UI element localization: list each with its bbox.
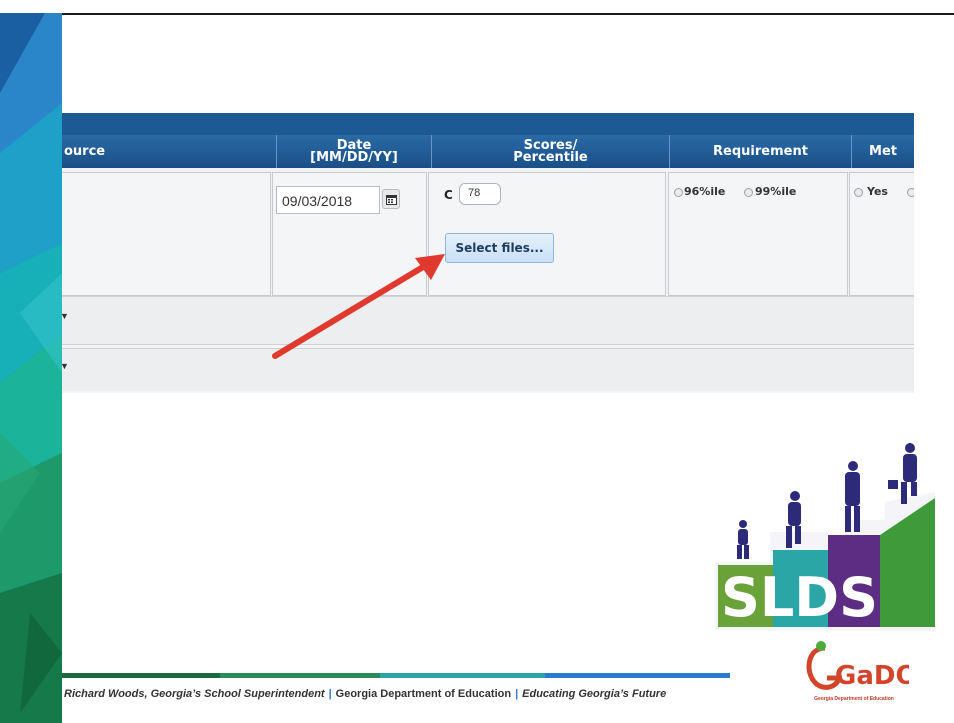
date-input[interactable]: 09/03/2018 [276, 186, 380, 214]
footer-rule-blue [545, 673, 730, 678]
calendar-icon [385, 194, 397, 205]
slds-logo: SLDS [715, 440, 940, 630]
met-no-radio[interactable] [907, 188, 914, 197]
header-bar [62, 113, 914, 135]
annotation-arrow [272, 254, 445, 359]
footer-superintendent: Richard Woods, Georgia’s School Superint… [64, 688, 325, 700]
met-yes-label: Yes [867, 185, 888, 198]
chevron-down-icon[interactable]: ▼ [62, 361, 69, 371]
source-cell [62, 172, 271, 296]
header-source: ource [62, 135, 277, 168]
requirement-96-label: 96%ile [684, 185, 726, 198]
score-input[interactable]: 78 [459, 183, 501, 205]
footer-rule-teal [380, 673, 545, 678]
footer-rule-green [62, 673, 220, 678]
gadoe-wordmark: GaDOE [835, 661, 909, 691]
header-date: Date [MM/DD/YY] [277, 135, 432, 168]
met-yes-radio[interactable] [854, 188, 863, 197]
form-screenshot: ource Date [MM/DD/YY] Scores/Percentile R… [62, 113, 914, 393]
score-type-label: C [444, 188, 453, 202]
left-decorative-panel [0, 13, 62, 723]
requirement-96-radio[interactable] [674, 188, 683, 197]
collapsed-row-1[interactable]: ▼ [62, 296, 914, 345]
header-met: Met [869, 143, 897, 159]
collapsed-row-2[interactable]: ▼ [62, 348, 914, 391]
select-files-button[interactable]: Select files... [445, 233, 554, 263]
header-scores: Scores/Percentile [432, 135, 670, 168]
requirement-99-radio[interactable] [744, 188, 753, 197]
left-polygon-art [0, 13, 62, 723]
chevron-down-icon[interactable]: ▼ [62, 311, 69, 321]
header-requirement: Requirement [670, 135, 852, 168]
table-header-row: ource Date [MM/DD/YY] Scores/Percentile R… [62, 135, 914, 168]
gadoe-logo: GaDOE Georgia Department of Education [799, 638, 935, 710]
slds-wordmark: SLDS [721, 566, 878, 629]
requirement-99-label: 99%ile [755, 185, 797, 198]
top-rule [0, 0, 954, 15]
footer-tagline: Educating Georgia’s Future [522, 688, 667, 700]
gadoe-subtitle: Georgia Department of Education [814, 696, 894, 702]
footer-text: Richard Woods, Georgia’s School Superint… [64, 688, 667, 700]
calendar-button[interactable] [382, 189, 400, 209]
table-body-row: 09/03/2018 C 78 Select files... 96%ile 9… [62, 168, 914, 298]
footer-rule-mid [220, 673, 380, 678]
footer-department: Georgia Department of Education [335, 688, 512, 700]
